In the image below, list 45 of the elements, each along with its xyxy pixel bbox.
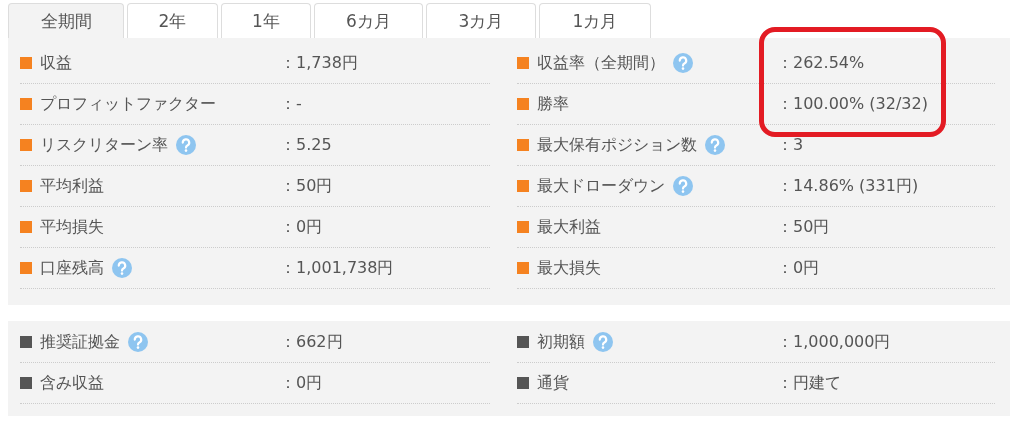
stat-label: 推奨証拠金 — [40, 331, 120, 353]
stat-value: ：3 — [777, 134, 804, 156]
period-tab[interactable]: 1年 — [221, 3, 311, 38]
stat-label: リスクリターン率 — [40, 134, 168, 156]
stat-label: 最大ドローダウン — [537, 175, 665, 197]
stat-value: ：50円 — [777, 216, 830, 238]
help-icon[interactable] — [128, 332, 148, 352]
stat-label: 口座残高 — [40, 257, 104, 279]
period-tab[interactable]: 6カ月 — [314, 3, 423, 38]
period-tab[interactable]: 3カ月 — [426, 3, 536, 38]
stat-label: 通貨 — [537, 372, 569, 394]
stat-label: 最大利益 — [537, 216, 601, 238]
stat-value: ：262.54% — [777, 52, 865, 74]
period-tab[interactable]: 2年 — [127, 3, 218, 38]
help-icon[interactable] — [673, 53, 693, 73]
stat-value: ：0円 — [777, 257, 820, 279]
stat-value: ：100.00% (32/32) — [777, 93, 928, 115]
period-tab[interactable]: 1カ月 — [539, 3, 651, 38]
help-icon[interactable] — [705, 135, 725, 155]
stat-value: ：1,001,738円 — [280, 257, 394, 279]
stat-label: 勝率 — [537, 93, 569, 115]
stat-value: ：0円 — [280, 216, 323, 238]
stat-value: ：1,738円 — [280, 52, 358, 74]
stat-label: 最大損失 — [537, 257, 601, 279]
help-icon[interactable] — [112, 258, 132, 278]
stat-value: ：14.86% (331円) — [777, 175, 919, 197]
stat-label: 最大保有ポジション数 — [537, 134, 697, 156]
stat-value: ：5.25 — [280, 134, 332, 156]
stat-value: ：662円 — [280, 331, 343, 353]
stat-label: 収益 — [40, 52, 72, 74]
stat-value: ：1,000,000円 — [777, 331, 891, 353]
help-icon[interactable] — [593, 332, 613, 352]
stat-value: ：50円 — [280, 175, 333, 197]
stat-label: 収益率（全期間） — [537, 52, 665, 74]
stat-label: 初期額 — [537, 331, 585, 353]
help-icon[interactable] — [673, 176, 693, 196]
help-icon[interactable] — [176, 135, 196, 155]
stat-label: 平均損失 — [40, 216, 104, 238]
stat-value: ：円建て — [777, 372, 841, 394]
stat-value: ：0円 — [280, 372, 323, 394]
stat-label: 含み収益 — [40, 372, 104, 394]
period-tab[interactable]: 全期間 — [8, 3, 124, 38]
stat-value: ：- — [280, 93, 302, 115]
stat-label: プロフィットファクター — [40, 93, 216, 115]
stat-label: 平均利益 — [40, 175, 104, 197]
